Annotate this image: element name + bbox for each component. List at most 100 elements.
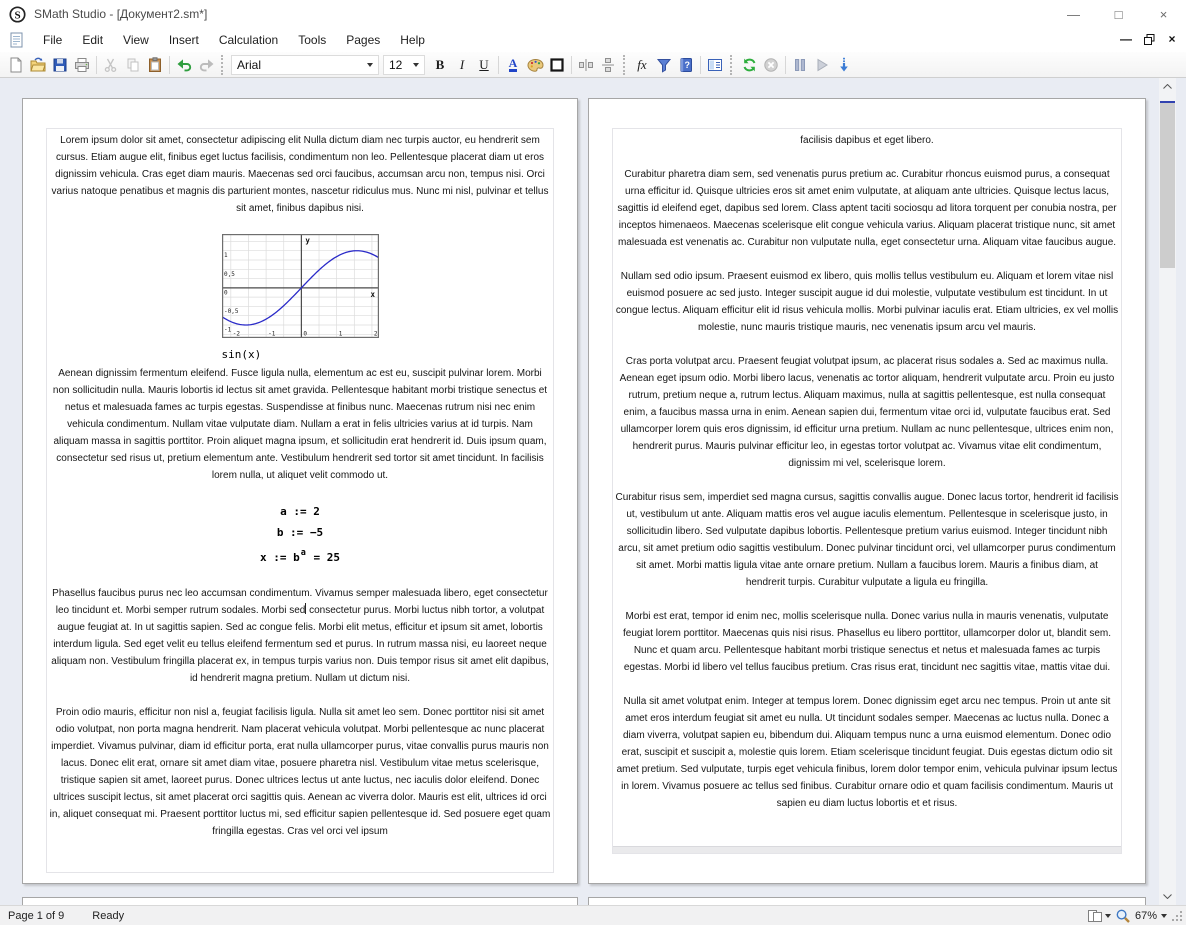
toolbar-grip[interactable] — [221, 55, 225, 75]
menu-edit[interactable]: Edit — [72, 29, 113, 51]
pause-button[interactable] — [789, 54, 811, 76]
paragraph[interactable]: Nullam sed odio ipsum. Praesent euismod … — [615, 268, 1119, 336]
svg-text:-2: -2 — [232, 331, 240, 338]
svg-text:2: 2 — [373, 331, 377, 338]
child-close-button[interactable]: × — [1164, 31, 1180, 47]
copy-button[interactable] — [122, 54, 144, 76]
page2-text-region[interactable]: facilisis dapibus et eget libero. Curabi… — [612, 128, 1122, 854]
window-close-button[interactable]: × — [1141, 0, 1186, 28]
redo-button[interactable] — [195, 54, 217, 76]
font-size-select[interactable]: 12 — [383, 55, 425, 75]
italic-button[interactable]: I — [451, 54, 473, 76]
align-horizontal-icon — [578, 57, 594, 73]
child-restore-button[interactable] — [1141, 31, 1157, 47]
scroll-down-button[interactable] — [1159, 888, 1176, 905]
page-4-top[interactable] — [588, 897, 1146, 905]
svg-text:0,5: 0,5 — [224, 271, 235, 278]
save-button[interactable] — [49, 54, 71, 76]
window-maximize-button[interactable]: □ — [1096, 0, 1141, 28]
open-button[interactable] — [27, 54, 49, 76]
zoom-magnifier-icon[interactable] — [1115, 908, 1131, 924]
restore-icon — [1144, 34, 1155, 45]
menu-insert[interactable]: Insert — [159, 29, 209, 51]
plot-expression-label: sin(x) — [222, 346, 379, 363]
paragraph[interactable]: Nulla sit amet volutpat enim. Integer at… — [615, 693, 1119, 812]
svg-text:-1: -1 — [224, 327, 232, 334]
menu-help[interactable]: Help — [390, 29, 435, 51]
undo-button[interactable] — [173, 54, 195, 76]
zoom-level-value[interactable]: 67% — [1135, 910, 1157, 922]
step-button[interactable] — [833, 54, 855, 76]
border-button[interactable] — [546, 54, 568, 76]
toolbar-separator — [785, 56, 786, 74]
recalculate-button[interactable] — [738, 54, 760, 76]
sine-plot-region[interactable]: 10,50-0,5-1-2-1012yx sin(x) — [222, 234, 379, 363]
paragraph[interactable]: facilisis dapibus et eget libero. — [615, 132, 1119, 149]
math-result: = 25 — [314, 551, 341, 564]
child-minimize-button[interactable]: — — [1118, 31, 1134, 47]
region-resize-bar[interactable] — [613, 846, 1121, 853]
filter-button[interactable] — [653, 54, 675, 76]
paragraph[interactable]: Morbi est erat, tempor id enim nec, moll… — [615, 608, 1119, 676]
menu-file[interactable]: File — [33, 29, 72, 51]
help-book-icon: ? — [678, 57, 694, 73]
toolbar-grip[interactable] — [730, 55, 734, 75]
print-button[interactable] — [71, 54, 93, 76]
svg-text:0: 0 — [224, 289, 228, 296]
menu-bar: File Edit View Insert Calculation Tools … — [0, 28, 1186, 52]
paragraph[interactable]: Curabitur pharetra diam sem, sed venenat… — [615, 166, 1119, 251]
math-base: x := b — [260, 551, 300, 564]
font-family-select[interactable]: Arial — [231, 55, 379, 75]
document-icon — [9, 32, 24, 48]
paragraph[interactable]: Curabitur risus sem, imperdiet sed magna… — [615, 489, 1119, 591]
math-region[interactable]: a := 2 b := −5 x := ba = 25 — [49, 501, 551, 568]
window-minimize-button[interactable]: — — [1051, 0, 1096, 28]
cut-button[interactable] — [100, 54, 122, 76]
math-definition-b[interactable]: b := −5 — [49, 522, 551, 543]
font-color-button[interactable]: A — [502, 54, 524, 76]
page-layout-icon — [1087, 908, 1103, 924]
paste-button[interactable] — [144, 54, 166, 76]
page-2[interactable]: facilisis dapibus et eget libero. Curabi… — [588, 98, 1146, 884]
side-panel-button[interactable] — [704, 54, 726, 76]
paragraph[interactable]: Proin odio mauris, efficitur non nisl a,… — [49, 704, 551, 840]
paragraph[interactable]: Aenean dignissim fermentum eleifend. Fus… — [49, 365, 551, 484]
insert-function-button[interactable]: fx — [631, 54, 653, 76]
font-family-value: Arial — [237, 58, 367, 72]
resize-grip[interactable] — [1171, 910, 1183, 922]
align-horizontal-button[interactable] — [575, 54, 597, 76]
paragraph[interactable]: Cras porta volutpat arcu. Praesent feugi… — [615, 353, 1119, 472]
reference-book-button[interactable]: ? — [675, 54, 697, 76]
chevron-down-icon[interactable] — [1161, 914, 1167, 918]
menu-pages[interactable]: Pages — [336, 29, 390, 51]
document-canvas[interactable]: Lorem ipsum dolor sit amet, consectetur … — [0, 78, 1186, 905]
svg-text:-0,5: -0,5 — [224, 308, 239, 315]
math-definition-a[interactable]: a := 2 — [49, 501, 551, 522]
page-layout-button[interactable] — [1087, 908, 1111, 924]
menu-view[interactable]: View — [113, 29, 159, 51]
menu-calculation[interactable]: Calculation — [209, 29, 288, 51]
background-color-button[interactable] — [524, 54, 546, 76]
scrollbar-thumb[interactable] — [1160, 103, 1175, 268]
interrupt-button[interactable] — [760, 54, 782, 76]
page1-text-region[interactable]: Lorem ipsum dolor sit amet, consectetur … — [46, 128, 554, 873]
paragraph[interactable]: Lorem ipsum dolor sit amet, consectetur … — [49, 132, 551, 217]
align-vertical-button[interactable] — [597, 54, 619, 76]
page-3-top[interactable] — [22, 897, 578, 905]
run-button[interactable] — [811, 54, 833, 76]
status-bar: Page 1 of 9 Ready 67% — [0, 905, 1186, 925]
toolbar-grip[interactable] — [623, 55, 627, 75]
menu-tools[interactable]: Tools — [288, 29, 336, 51]
redo-icon — [198, 57, 215, 73]
sine-plot-svg: 10,50-0,5-1-2-1012yx — [222, 234, 379, 338]
vertical-scrollbar[interactable] — [1159, 78, 1176, 905]
scissors-icon — [103, 57, 119, 73]
underline-button[interactable]: U — [473, 54, 495, 76]
math-definition-x[interactable]: x := ba = 25 — [49, 543, 551, 568]
bold-button[interactable]: B — [429, 54, 451, 76]
scroll-up-button[interactable] — [1159, 78, 1176, 95]
window-title: SMath Studio - [Документ2.sm*] — [34, 7, 207, 21]
page-1[interactable]: Lorem ipsum dolor sit amet, consectetur … — [22, 98, 578, 884]
paragraph[interactable]: Phasellus faucibus purus nec leo accumsa… — [49, 585, 551, 687]
new-document-button[interactable] — [5, 54, 27, 76]
